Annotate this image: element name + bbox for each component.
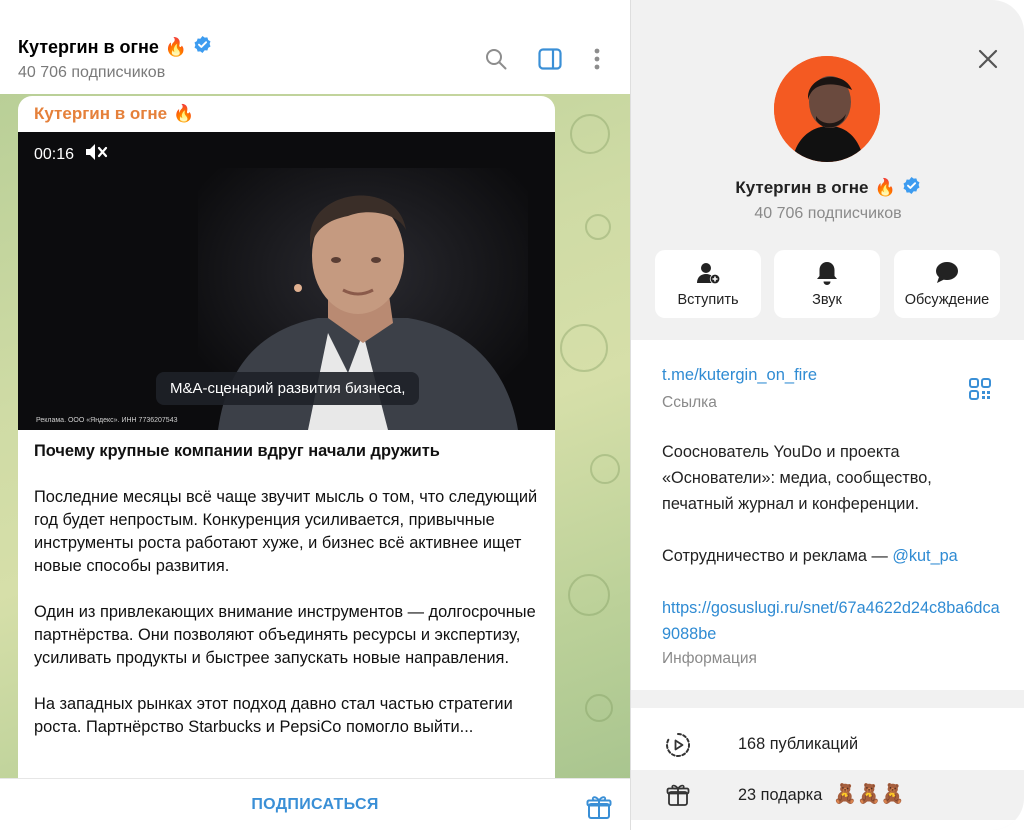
video-caption: M&A-сценарий развития бизнеса, (156, 372, 420, 405)
stats-list: 168 публикаций 23 подарка 🧸🧸🧸 (631, 708, 1024, 830)
channel-subscribers: 40 706 подписчиков (18, 64, 166, 81)
add-user-icon (655, 260, 761, 286)
post-paragraph: Один из привлекающих внимание инструмент… (34, 603, 536, 667)
fire-emoji: 🔥 (874, 178, 896, 197)
search-icon[interactable] (482, 45, 510, 73)
avatar[interactable] (774, 56, 880, 162)
verified-icon (902, 176, 921, 200)
fire-emoji: 🔥 (164, 36, 188, 57)
qr-code-icon[interactable] (969, 378, 991, 400)
media-icon (665, 732, 691, 758)
video-player[interactable]: 00:16 M&A-сценарий развития бизнеса, Рек… (18, 132, 555, 430)
profile-subscribers: 40 706 подписчиков (754, 205, 902, 222)
subscribe-button[interactable]: ПОДПИСАТЬСЯ (0, 779, 630, 830)
close-icon[interactable] (975, 46, 1001, 72)
bio-url-link[interactable]: https://gosuslugi.ru/snet/67a4622d24c8ba… (662, 595, 1002, 647)
gifts-row[interactable]: 23 подарка 🧸🧸🧸 (631, 770, 1024, 820)
bio-contact: Сотрудничество и реклама — @kut_pa (662, 547, 958, 565)
gift-icon (665, 782, 691, 808)
video-ad-disclaimer: Реклама. ООО «Яндекс». ИНН 7736207543 (36, 417, 178, 424)
info-label: Информация (662, 650, 757, 667)
post-heading: Почему крупные компании вдруг начали дру… (34, 442, 440, 460)
post-paragraph: Последние месяцы всё чаще звучит мысль о… (34, 488, 538, 575)
post-author[interactable]: Кутергин в огне 🔥 (34, 104, 194, 124)
post-message[interactable]: Кутергин в огне 🔥 00:16 M&A-сценарий раз… (18, 96, 555, 786)
contact-handle-link[interactable]: @kut_pa (892, 547, 957, 565)
post-paragraph: На западных рынках этот подход давно ста… (34, 695, 513, 736)
muted-speaker-icon[interactable] (84, 142, 108, 167)
profile-name: Кутергин в огне 🔥 (631, 176, 1024, 200)
sound-button[interactable]: Звук (774, 250, 880, 318)
profile-panel: Кутергин в огне 🔥 40 706 подписчиков Вст… (630, 0, 1024, 830)
chat-bubble-icon (894, 260, 1000, 286)
bell-icon (774, 260, 880, 286)
teddy-bear-gifts: 🧸🧸🧸 (833, 784, 905, 805)
discussion-button[interactable]: Обсуждение (894, 250, 1000, 318)
gift-icon[interactable] (585, 793, 613, 821)
chat-panel: Кутергин в огне 🔥 40 706 подписчиков Кут… (0, 0, 630, 830)
chat-footer: ПОДПИСАТЬСЯ (0, 778, 630, 830)
video-time: 00:16 (34, 142, 108, 167)
publications-row[interactable]: 168 публикаций (631, 720, 1024, 770)
sidebar-toggle-icon[interactable] (536, 45, 564, 73)
chat-header[interactable]: Кутергин в огне 🔥 40 706 подписчиков (0, 0, 630, 94)
channel-link-label: Ссылка (662, 394, 717, 411)
channel-link[interactable]: t.me/kutergin_on_fire (662, 366, 817, 385)
app-window: Кутергин в огне 🔥 40 706 подписчиков Кут… (0, 0, 1024, 830)
bio-text: Сооснователь YouDo и проекта «Основатели… (662, 443, 932, 513)
fire-emoji: 🔥 (173, 104, 195, 123)
channel-description: Сооснователь YouDo и проекта «Основатели… (662, 439, 1002, 647)
verified-icon (193, 35, 212, 59)
post-text: Почему крупные компании вдруг начали дру… (34, 440, 544, 762)
more-menu-icon[interactable] (583, 45, 611, 73)
join-button[interactable]: Вступить (655, 250, 761, 318)
channel-title: Кутергин в огне 🔥 (18, 35, 212, 59)
info-card: t.me/kutergin_on_fire Ссылка Соосновател… (631, 340, 1024, 690)
